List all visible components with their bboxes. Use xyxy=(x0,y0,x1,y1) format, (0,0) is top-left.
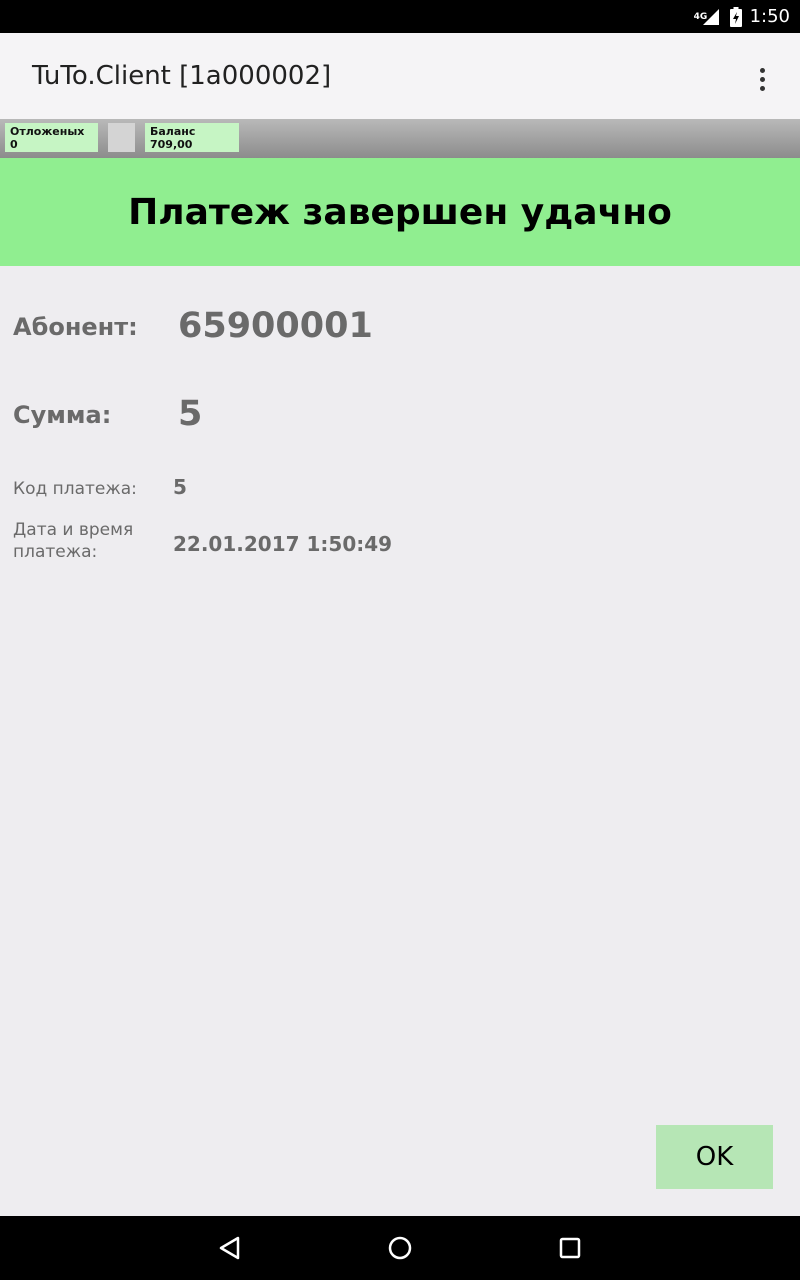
back-icon[interactable] xyxy=(214,1232,246,1264)
app-bar: TuTo.Client [1a000002] xyxy=(0,33,800,119)
info-strip: Отложеных 0 Баланс 709,00 xyxy=(0,119,800,158)
ok-button[interactable]: OK xyxy=(656,1125,773,1189)
success-banner: Платеж завершен удачно xyxy=(0,158,800,266)
overflow-menu-icon[interactable] xyxy=(746,63,778,95)
recents-icon[interactable] xyxy=(554,1232,586,1264)
subscriber-label: Абонент: xyxy=(13,313,138,341)
navigation-bar xyxy=(0,1216,800,1280)
payment-code-label: Код платежа: xyxy=(13,479,137,499)
payment-datetime-label: Дата и время платежа: xyxy=(13,520,134,562)
amount-label: Сумма: xyxy=(13,401,112,429)
balance-chip[interactable]: Баланс 709,00 xyxy=(145,123,239,152)
amount-value: 5 xyxy=(178,394,203,434)
home-icon[interactable] xyxy=(384,1232,416,1264)
banner-title: Платеж завершен удачно xyxy=(128,191,672,233)
clock: 1:50 xyxy=(749,6,790,27)
battery-icon xyxy=(729,6,742,27)
payment-code-value: 5 xyxy=(173,475,187,499)
deferred-count-chip[interactable]: Отложеных 0 xyxy=(5,123,98,152)
status-icons: 4G 1:50 xyxy=(694,0,790,33)
subscriber-value: 65900001 xyxy=(178,306,373,346)
signal-icon: 4G xyxy=(694,7,722,27)
payment-datetime-value: 22.01.2017 1:50:49 xyxy=(173,532,393,556)
status-bar: 4G 1:50 xyxy=(0,0,800,33)
blank-chip[interactable] xyxy=(108,123,135,152)
app-title: TuTo.Client [1a000002] xyxy=(32,61,332,91)
